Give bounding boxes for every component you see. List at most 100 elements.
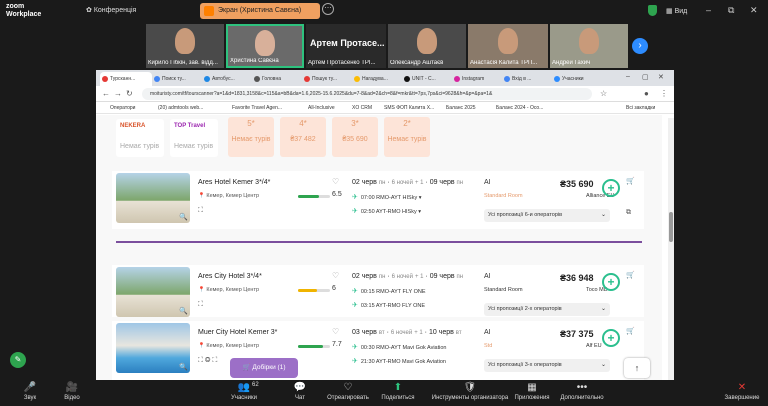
stars-filter-card[interactable]: 4* ₴37 482 [280,117,326,157]
cart-icon[interactable]: 🛒 [626,327,635,335]
video-button[interactable]: 🎥 Відео [42,382,102,401]
reload-icon[interactable]: ↻ [126,89,133,98]
browser-tab[interactable]: Пошук ту... [302,72,352,86]
flight-out[interactable]: ✈ 07:00 RMO-AYT HISky ▾ [352,193,422,201]
add-tour-button[interactable]: + [602,179,620,197]
view-button[interactable]: ▦ Вид [666,7,687,15]
zoom-icon[interactable]: 🔍 [179,363,188,371]
browser-tab[interactable]: Поиск ту... [152,72,202,86]
host-tools-button[interactable]: 🛡 Инструменты организатора [430,382,510,401]
all-offers-dropdown[interactable]: Усі пропозиції 3-х операторів ⌄ [484,359,610,372]
scroll-top-button[interactable]: ↑ [624,358,650,378]
bookmark[interactable]: Баланс 2025 [446,105,476,111]
flight-back[interactable]: ✈ 21:30 AYT-RMO Mavi Gok Aviation [352,357,446,365]
browser-tab[interactable]: Головна [252,72,302,86]
bookmark[interactable]: Favorite Travel Agen... [232,105,282,111]
flight-out[interactable]: ✈ 00:15 RMO-AYT FLY ONE [352,287,426,295]
browser-tab[interactable]: Турсканн... [100,72,152,86]
amenities-icon: ⛶ ◎ ⛶ [198,357,218,364]
browser-close[interactable]: ✕ [658,73,664,81]
participant-tile[interactable]: Андрей Гахич [550,24,628,68]
participant-tile[interactable]: Олександр Аштаєв [388,24,466,68]
participant-tile[interactable]: Христина Савєна [226,24,304,68]
profile-avatar[interactable]: ● [644,89,649,98]
bookmark[interactable]: Баланс 2024 - Осо... [496,105,543,111]
close-button[interactable]: ✕ [750,5,758,16]
bookmark[interactable]: SMS ФОП Калита Х... [384,105,434,111]
shared-browser-window: Турсканн... Поиск ту... Автобус... Голов… [96,70,674,380]
hotel-photo[interactable]: 🔍 [116,323,190,373]
tab-favicon-icon [404,76,410,82]
rating-value: 7.7 [332,341,342,348]
zoom-icon[interactable]: 🔍 [179,213,188,221]
browser-maximize[interactable]: ▢ [642,73,649,81]
bookmark[interactable]: All-Inclusive [308,105,335,111]
zoom-logo: zoom Workplace [6,3,42,18]
conference-label[interactable]: ✿ Конференція [86,6,136,14]
star-icon[interactable]: ☆ [600,89,607,98]
favorite-icon[interactable]: ♡ [332,271,339,280]
hotel-name[interactable]: Ares Hotel Kemer 3*/4* [198,179,270,186]
favorite-icon[interactable]: ♡ [332,177,339,186]
scrollbar-thumb[interactable] [669,212,673,242]
shield-icon[interactable] [648,5,657,16]
hotel-photo[interactable]: 🔍 [116,173,190,223]
browser-minimize[interactable]: – [626,73,630,80]
flight-out[interactable]: ✈ 00:30 RMO-AYT Mavi Gok Aviation [352,343,446,351]
favorite-icon[interactable]: ♡ [332,327,339,336]
bookmark[interactable]: XO CRM [352,105,372,111]
forward-icon[interactable]: → [114,89,122,98]
share-indicator[interactable]: Экран (Христина Савєна) ⋯ [200,3,334,19]
rating-bar [298,195,330,198]
bookmark[interactable]: (20) admtools web... [158,105,203,111]
back-icon[interactable]: ← [102,89,110,98]
tab-favicon-icon [554,76,560,82]
stars-filter-card[interactable]: 5* Немає турів [228,117,274,157]
more-button[interactable]: ••• Дополнительно [552,382,612,401]
next-page-button[interactable]: › [632,38,648,54]
flight-back[interactable]: ✈ 02:50 AYT-RMO HISky ▾ [352,207,421,215]
copy-icon[interactable]: ⧉ [626,209,631,217]
participant-tile[interactable]: Артем Протасе... Артем Протасенко ТРІ... [306,24,386,68]
zoom-icon[interactable]: 🔍 [179,307,188,315]
hotel-name[interactable]: Muer City Hotel Kemer 3* [198,329,277,336]
browser-tab[interactable]: UNIT - С... [402,72,452,86]
operator-card[interactable]: NEKERA Немає турів [116,119,164,157]
participant-tile[interactable]: Кирило Гібкін, зав. відд... [146,24,224,68]
hotel-row[interactable]: 🔍 Ares Hotel Kemer 3*/4* ♡ 📍 Кемер, Кеме… [112,171,644,229]
stars-filter-card[interactable]: 3* ₴35 690 [332,117,378,157]
browser-tab[interactable]: Учасники [552,72,602,86]
share-button[interactable]: ⬆ Поделиться [368,382,428,401]
flight-back[interactable]: ✈ 03:15 AYT-RMO FLY ONE [352,301,425,309]
page-scrollbar[interactable] [668,118,674,380]
browser-tab[interactable]: Вхід в ... [502,72,552,86]
menu-icon[interactable]: ⋮ [660,89,668,98]
browser-tab[interactable]: Instagram [452,72,502,86]
participant-tile[interactable]: Анастасія Калита ТРП... [468,24,548,68]
stars-filter-card[interactable]: 2* Немає турів [384,117,430,157]
all-offers-dropdown[interactable]: Усі пропозиції 2-х операторів ⌄ [484,303,610,316]
minimize-button[interactable]: – [706,5,711,15]
hotel-row[interactable]: 🔍 Muer City Hotel Kemer 3* ♡ 📍 Кемер, Ке… [112,321,644,380]
room-type: Standard Room [484,287,523,293]
floating-mic-icon[interactable]: ✎ [10,352,26,368]
bookmark[interactable]: Оператори [110,105,135,111]
add-tour-button[interactable]: + [602,273,620,291]
end-button[interactable]: ✕ Завершение [712,382,768,401]
add-tour-button[interactable]: + [602,329,620,347]
more-icon[interactable]: ⋯ [322,3,334,15]
all-bookmarks[interactable]: Всі закладки [626,105,655,111]
browser-tab[interactable]: Нагадува... [352,72,402,86]
selections-button[interactable]: 🛒 Добірки (1) [230,358,298,378]
operator-card[interactable]: TOP Travel Немає турів [170,119,218,157]
hotel-photo[interactable]: 🔍 [116,267,190,317]
url-field[interactable]: moituristy.com/tf/tourscanner?a=1&d=1831… [142,88,592,100]
hotel-name[interactable]: Ares City Hotel 3*/4* [198,273,262,280]
maximize-button[interactable]: ⧉ [728,5,734,16]
participants-button[interactable]: 👥 Учасники 62 [214,382,274,401]
cart-icon[interactable]: 🛒 [626,177,635,185]
all-offers-dropdown[interactable]: Усі пропозиції 6-и операторів ⌄ [484,209,610,222]
cart-icon[interactable]: 🛒 [626,271,635,279]
browser-tab[interactable]: Автобус... [202,72,252,86]
hotel-row[interactable]: 🔍 Ares City Hotel 3*/4* ♡ 📍 Кемер, Кемер… [112,265,644,317]
